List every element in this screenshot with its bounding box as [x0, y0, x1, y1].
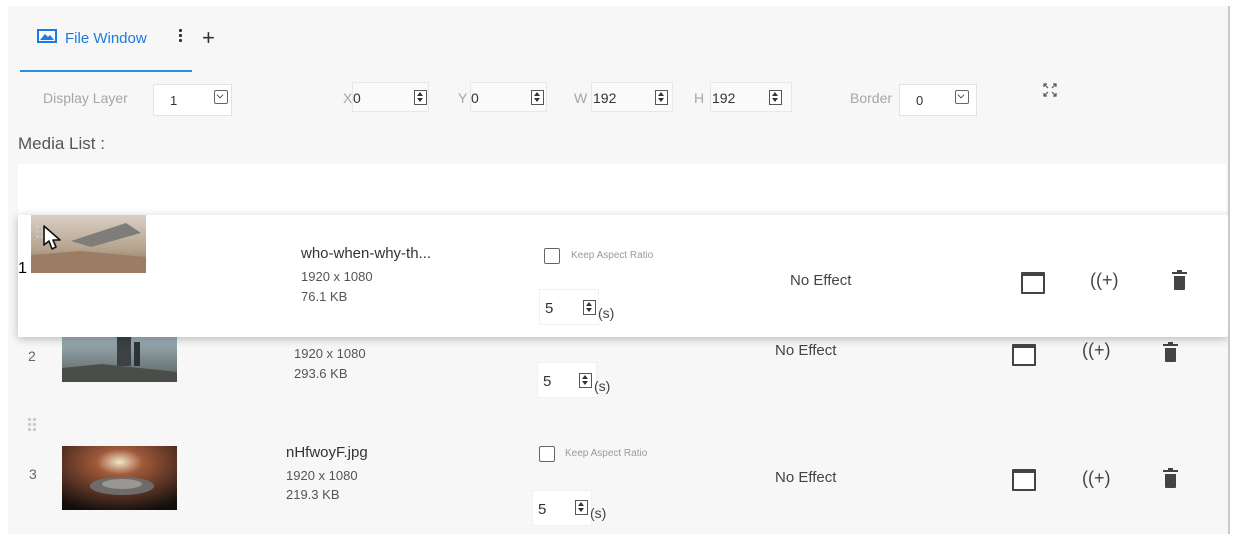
media-thumbnail [62, 446, 177, 515]
x-input[interactable]: 0 [352, 82, 429, 112]
duration-unit: (s) [598, 305, 615, 321]
duration-unit: (s) [594, 378, 611, 394]
display-layer-select[interactable]: 1 [153, 84, 232, 116]
effect-label[interactable]: No Effect [775, 469, 836, 486]
duration-stepper[interactable] [579, 373, 592, 388]
media-size: 76.1 KB [301, 289, 348, 304]
list-item[interactable]: 2 1920 x 1080 293.6 KB 5 (s) No Effect (… [8, 336, 1220, 411]
keep-aspect-checkbox[interactable] [544, 248, 560, 264]
cursor-pointer-icon [40, 223, 72, 262]
duration-value: 5 [538, 501, 547, 518]
x-label: X [343, 90, 353, 106]
file-window-panel: File Window + Display Layer 1 X 0 Y 0 W … [8, 6, 1230, 534]
tab-label: File Window [65, 30, 147, 47]
w-stepper[interactable] [655, 90, 668, 105]
trash-icon[interactable] [1163, 468, 1178, 488]
x-value: 0 [353, 90, 361, 106]
duration-stepper[interactable] [575, 500, 588, 515]
effect-label[interactable]: No Effect [775, 342, 836, 359]
y-label: Y [458, 90, 468, 106]
y-stepper[interactable] [531, 90, 544, 105]
list-item-dragging[interactable]: 1 who-when-why-th... 1920 x 1080 76.1 KB… [18, 215, 1228, 337]
media-size: 219.3 KB [286, 487, 340, 502]
keep-aspect-label: Keep Aspect Ratio [565, 448, 648, 459]
calendar-icon[interactable] [1012, 344, 1036, 366]
duration-input[interactable]: 5 [537, 362, 597, 398]
add-tab-button[interactable]: + [202, 27, 215, 49]
display-layer-value: 1 [170, 93, 178, 108]
row-index: 2 [28, 348, 36, 364]
duration-stepper[interactable] [583, 300, 596, 315]
border-select[interactable]: 0 [899, 84, 977, 116]
add-circle-icon[interactable]: ((+) [1082, 340, 1111, 361]
tab-file-window[interactable]: File Window [20, 26, 192, 72]
duration-value: 5 [543, 373, 552, 390]
w-value: 192 [593, 90, 617, 106]
h-stepper[interactable] [769, 90, 782, 105]
media-size: 293.6 KB [294, 366, 348, 381]
border-value: 0 [916, 93, 924, 108]
media-thumbnail [31, 215, 147, 277]
h-value: 192 [712, 90, 736, 106]
media-filename: nHfwoyF.jpg [286, 444, 368, 461]
row-index: 3 [29, 466, 37, 482]
media-resolution: 1920 x 1080 [301, 269, 373, 284]
duration-unit: (s) [590, 505, 607, 521]
duration-value: 5 [545, 300, 554, 317]
border-label: Border [850, 90, 893, 106]
fit-screen-icon[interactable] [1043, 83, 1057, 97]
h-input[interactable]: 192 [710, 82, 792, 112]
media-resolution: 1920 x 1080 [286, 468, 358, 483]
y-value: 0 [471, 90, 479, 106]
keep-aspect-checkbox[interactable] [539, 446, 555, 462]
add-circle-icon[interactable]: ((+) [1090, 270, 1119, 291]
trash-icon[interactable] [1172, 270, 1187, 290]
media-resolution: 1920 x 1080 [294, 346, 366, 361]
keep-aspect-label: Keep Aspect Ratio [571, 250, 654, 261]
drop-zone [18, 164, 1226, 218]
duration-input[interactable]: 5 [539, 289, 599, 325]
calendar-icon[interactable] [1021, 272, 1045, 294]
image-icon [37, 29, 57, 48]
chevron-down-icon [955, 90, 969, 104]
w-input[interactable]: 192 [591, 82, 673, 112]
add-circle-icon[interactable]: ((+) [1082, 468, 1111, 489]
row-index: 1 [18, 260, 27, 277]
list-item[interactable]: 3 nHfwoyF.jpg 1920 x 1080 219.3 KB Keep … [8, 416, 1220, 526]
duration-input[interactable]: 5 [532, 490, 592, 526]
media-list-title: Media List : [18, 134, 105, 153]
drag-handle-icon[interactable] [28, 418, 38, 433]
display-layer-label: Display Layer [43, 90, 128, 106]
media-thumbnail [62, 336, 177, 387]
chevron-down-icon [214, 90, 228, 104]
trash-icon[interactable] [1163, 342, 1178, 362]
y-input[interactable]: 0 [470, 82, 547, 112]
tab-menu-icon[interactable] [178, 29, 184, 44]
h-label: H [694, 90, 705, 106]
effect-label[interactable]: No Effect [790, 272, 851, 289]
w-label: W [574, 90, 588, 106]
media-filename: who-when-why-th... [301, 245, 432, 262]
x-stepper[interactable] [414, 90, 427, 105]
calendar-icon[interactable] [1012, 469, 1036, 491]
